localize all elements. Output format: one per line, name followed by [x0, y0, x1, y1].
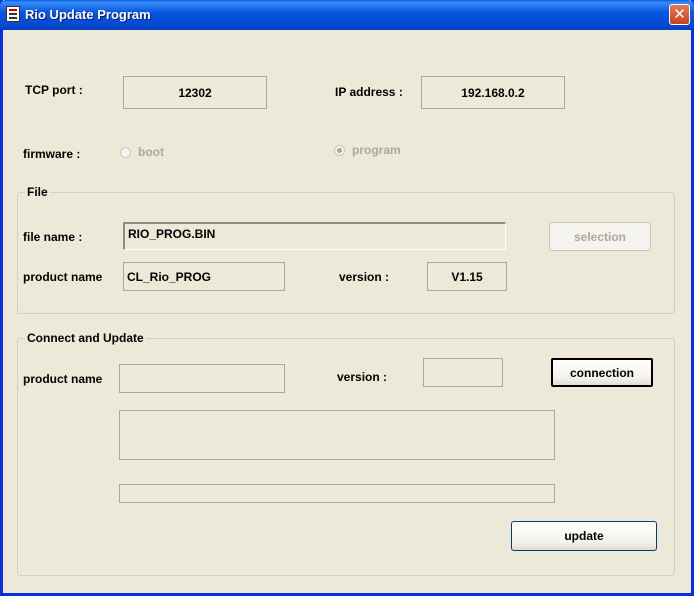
program-radio-icon[interactable] [334, 145, 345, 156]
program-radio-label[interactable]: program [352, 143, 401, 157]
app-window: Rio Update Program ✕ TCP port : 12302 IP… [0, 0, 694, 596]
window-title: Rio Update Program [25, 7, 151, 22]
boot-radio-icon[interactable] [120, 147, 131, 158]
connect-version-field[interactable] [423, 358, 503, 387]
file-group: File [17, 185, 675, 314]
file-version-label: version : [339, 270, 390, 284]
tcp-port-label: TCP port : [25, 83, 83, 97]
status-log-area[interactable] [119, 410, 555, 460]
file-name-label: file name : [23, 230, 83, 244]
progress-bar [119, 484, 555, 503]
connect-product-name-field[interactable] [119, 364, 285, 393]
selection-button[interactable]: selection [549, 222, 651, 251]
ip-address-field[interactable]: 192.168.0.2 [421, 76, 565, 109]
app-icon [6, 6, 20, 22]
connect-update-group-title: Connect and Update [25, 331, 146, 345]
boot-radio-label[interactable]: boot [138, 145, 164, 159]
file-group-title: File [25, 185, 50, 199]
tcp-port-field[interactable]: 12302 [123, 76, 267, 109]
title-bar[interactable]: Rio Update Program ✕ [0, 0, 694, 30]
file-product-name-field[interactable]: CL_Rio_PROG [123, 262, 285, 291]
file-product-name-label: product name [23, 270, 103, 284]
firmware-label: firmware : [23, 147, 81, 161]
connect-product-name-label: product name [23, 372, 103, 386]
update-button[interactable]: update [511, 521, 657, 551]
ip-address-label: IP address : [335, 85, 403, 99]
file-name-field[interactable]: RIO_PROG.BIN [123, 222, 506, 250]
close-button[interactable]: ✕ [669, 4, 690, 25]
connect-version-label: version : [337, 370, 388, 384]
file-version-field[interactable]: V1.15 [427, 262, 507, 291]
connection-button[interactable]: connection [551, 358, 653, 387]
